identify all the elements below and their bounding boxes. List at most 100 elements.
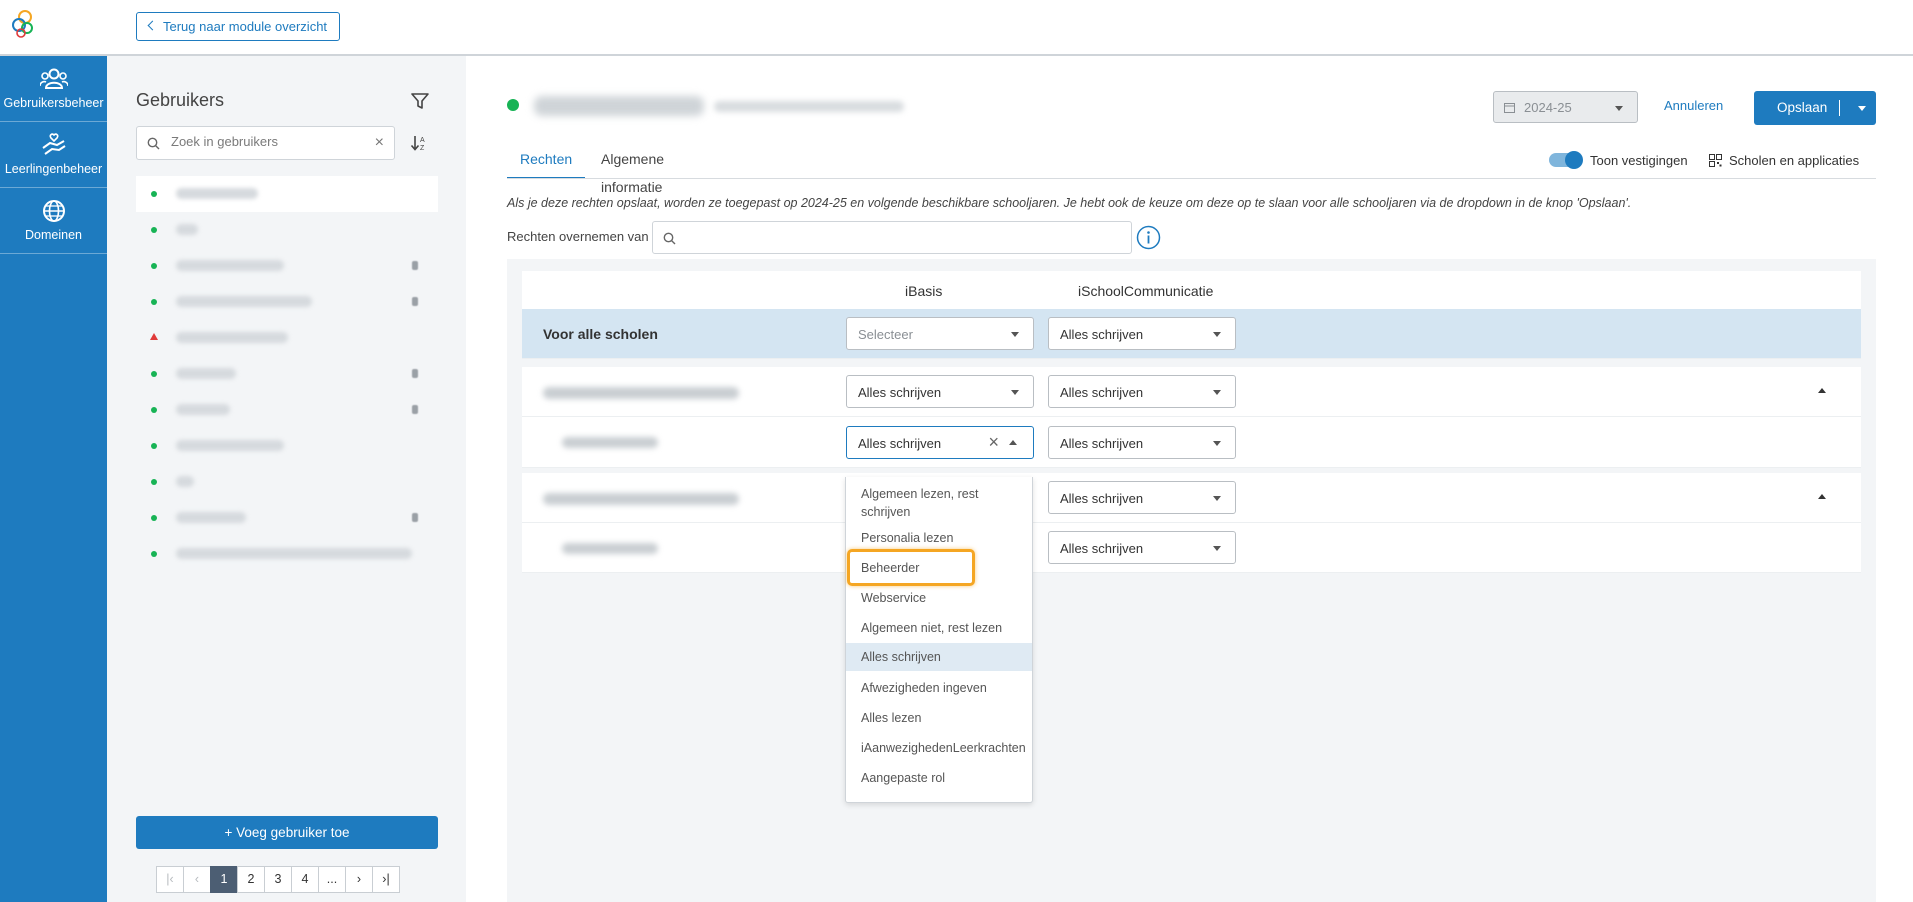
redacted-user-email: [714, 101, 904, 112]
list-item[interactable]: [136, 356, 438, 392]
user-mark: [412, 369, 418, 378]
all-schools-row: Voor alle scholen Selecteer Alles schrij…: [522, 309, 1861, 359]
list-item[interactable]: [136, 320, 438, 356]
user-mark: [412, 261, 418, 270]
status-dot: [151, 227, 157, 233]
add-user-label: Voeg gebruiker toe: [236, 825, 350, 840]
tab-rechten[interactable]: Rechten: [507, 145, 586, 179]
dropdown-option-beheerder[interactable]: Beheerder: [846, 559, 1032, 577]
nav-label: Domeinen: [25, 228, 82, 242]
caret-down-icon: [1011, 332, 1019, 337]
back-to-module-button[interactable]: Terug naar module overzicht: [136, 12, 341, 41]
dropdown-option[interactable]: Afwezigheden ingeven: [846, 679, 1032, 697]
dropdown-option-selected[interactable]: Alles schrijven: [846, 643, 1032, 671]
nav-item-domeinen[interactable]: Domeinen: [0, 188, 107, 254]
redacted-name: [176, 512, 246, 523]
caret-down-icon: [1213, 332, 1221, 337]
ischoolcommunicatie-select[interactable]: Alles schrijven: [1048, 481, 1236, 514]
page-button[interactable]: 4: [291, 866, 319, 893]
branch-row: Alles schrijven × Alles schrijven: [522, 417, 1861, 468]
qr-grid-icon: [1709, 154, 1722, 167]
list-item[interactable]: [136, 176, 438, 212]
caret-down-icon: [1213, 496, 1221, 501]
page-button[interactable]: 3: [264, 866, 292, 893]
last-page-button[interactable]: ›|: [372, 866, 400, 893]
first-page-button[interactable]: |‹: [156, 866, 184, 893]
next-page-button[interactable]: ›: [345, 866, 373, 893]
toggle-knob: [1565, 151, 1583, 169]
dropdown-option[interactable]: Algemeen niet, rest lezen: [846, 619, 1032, 637]
cancel-button[interactable]: Annuleren: [1664, 98, 1723, 113]
list-item[interactable]: [136, 500, 438, 536]
table-header-row: iBasis iSchoolCommunicatie: [522, 271, 1861, 309]
dropdown-option[interactable]: Personalia lezen: [846, 529, 1032, 547]
nav-item-gebruikersbeheer[interactable]: Gebruikersbeheer: [0, 56, 107, 122]
list-item[interactable]: [136, 284, 438, 320]
copy-rights-search-input[interactable]: [652, 221, 1132, 254]
user-list: [136, 176, 438, 572]
dropdown-option[interactable]: Aangepaste rol: [846, 769, 1032, 787]
redacted-school-name: [543, 387, 739, 399]
redacted-name: [176, 224, 198, 235]
page-button[interactable]: 1: [210, 866, 238, 893]
save-button[interactable]: Opslaan: [1754, 91, 1876, 125]
list-item[interactable]: [136, 392, 438, 428]
prev-page-button[interactable]: ‹: [183, 866, 211, 893]
select-value: Alles schrijven: [1060, 385, 1144, 400]
schools-applications-label: Scholen en applicaties: [1729, 153, 1860, 168]
add-user-button[interactable]: + Voeg gebruiker toe: [136, 816, 438, 849]
save-options-caret-icon[interactable]: [1858, 106, 1866, 111]
caret-down-icon: [1213, 546, 1221, 551]
ischoolcommunicatie-select[interactable]: Alles schrijven: [1048, 426, 1236, 459]
collapse-caret-icon[interactable]: [1818, 494, 1826, 499]
collapse-caret-icon[interactable]: [1818, 388, 1826, 393]
dropdown-option[interactable]: Algemeen lezen, rest schrijven: [846, 485, 1032, 521]
ischoolcommunicatie-select[interactable]: Alles schrijven: [1048, 531, 1236, 564]
info-icon[interactable]: [1136, 225, 1161, 250]
save-divider: [1839, 100, 1840, 116]
users-icon: [39, 68, 68, 89]
user-mark: [412, 297, 418, 306]
nav-item-leerlingenbeheer[interactable]: Leerlingenbeheer: [0, 122, 107, 188]
list-item[interactable]: [136, 428, 438, 464]
branch-row: Alles schrijven: [522, 523, 1861, 573]
redacted-name: [176, 404, 230, 415]
dropdown-option[interactable]: Alles lezen: [846, 709, 1032, 727]
ischoolcommunicatie-select[interactable]: Alles schrijven: [1048, 317, 1236, 350]
ischoolcommunicatie-select[interactable]: Alles schrijven: [1048, 375, 1236, 408]
ibasis-select-open[interactable]: Alles schrijven ×: [846, 426, 1034, 459]
dropdown-option[interactable]: iAanwezighedenLeerkrachten: [846, 739, 1032, 757]
clear-selection-icon[interactable]: ×: [988, 432, 999, 452]
select-value: Alles schrijven: [1060, 327, 1144, 342]
show-branches-toggle[interactable]: [1549, 151, 1583, 169]
users-title: Gebruikers: [136, 90, 225, 110]
user-search-input[interactable]: [171, 134, 351, 149]
select-value: Alles schrijven: [1060, 491, 1144, 506]
clear-search-icon[interactable]: ×: [375, 134, 384, 152]
redacted-name: [176, 296, 312, 307]
nav-label: Leerlingenbeheer: [4, 162, 103, 176]
column-header-ibasis: iBasis: [905, 283, 943, 299]
ibasis-select[interactable]: Selecteer: [846, 317, 1034, 350]
school-year-select[interactable]: 2024-25: [1493, 91, 1638, 123]
tab-algemene-informatie[interactable]: Algemene informatie: [588, 145, 677, 195]
list-item[interactable]: [136, 248, 438, 284]
ibasis-select[interactable]: Alles schrijven: [846, 375, 1034, 408]
list-item[interactable]: [136, 536, 438, 572]
list-item[interactable]: [136, 212, 438, 248]
page-button[interactable]: 2: [237, 866, 265, 893]
sort-icon[interactable]: A Z: [409, 133, 429, 153]
user-search-field[interactable]: ×: [136, 126, 395, 160]
more-pages-button[interactable]: ...: [318, 866, 346, 893]
app-logo[interactable]: [8, 8, 38, 40]
list-item[interactable]: [136, 464, 438, 500]
select-value: Alles schrijven: [858, 385, 942, 400]
filter-icon[interactable]: [411, 92, 429, 110]
caret-down-icon: [1213, 390, 1221, 395]
chevron-left-icon: [147, 20, 158, 31]
redacted-school-name: [543, 493, 739, 505]
dropdown-option[interactable]: Webservice: [846, 589, 1032, 607]
redacted-branch-name: [562, 543, 658, 554]
schools-applications-button[interactable]: Scholen en applicaties: [1709, 153, 1859, 168]
status-dot: [151, 443, 157, 449]
